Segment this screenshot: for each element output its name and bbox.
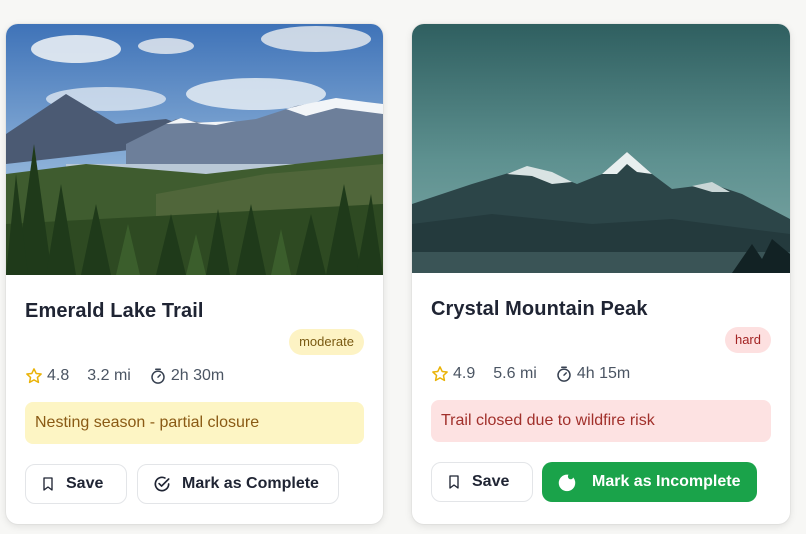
duration-stat: 4h 15m [555, 365, 630, 383]
check-circle-icon [154, 476, 170, 492]
trail-photo [6, 24, 383, 275]
rating-value: 4.8 [47, 367, 70, 384]
difficulty-badge: moderate [289, 329, 364, 355]
duration-value: 2h 30m [170, 367, 225, 384]
trail-card-crystal-mountain: Crystal Mountain Peak hard 4.9 5.6 mi 4h… [412, 24, 790, 524]
trail-card-emerald-lake: Emerald Lake Trail moderate 4.8 3.2 mi 2… [6, 24, 383, 524]
trail-alert: Nesting season - partial closure [25, 402, 364, 444]
difficulty-badge: hard [724, 327, 771, 353]
bookmark-icon [43, 477, 53, 491]
bookmark-icon [449, 475, 459, 489]
distance-value: 3.2 mi [87, 367, 131, 384]
star-icon [26, 368, 42, 384]
save-button[interactable]: Save [431, 462, 533, 502]
mark-complete-label: Mark as Complete [182, 475, 319, 492]
filled-circle-icon [558, 473, 576, 492]
mark-incomplete-button[interactable]: Mark as Incomplete [542, 462, 757, 502]
trail-title: Emerald Lake Trail [25, 300, 204, 322]
trail-stats: 4.9 5.6 mi 4h 15m [431, 365, 648, 383]
save-button[interactable]: Save [25, 464, 127, 504]
distance-stat: 5.6 mi [493, 365, 537, 383]
stopwatch-icon [557, 366, 571, 382]
trail-alert: Trail closed due to wildfire risk [431, 400, 771, 442]
rating-value: 4.9 [453, 365, 476, 382]
trail-photo [412, 24, 790, 273]
stopwatch-icon [151, 368, 165, 384]
rating-stat: 4.8 [25, 367, 69, 385]
mark-incomplete-label: Mark as Incomplete [592, 473, 741, 490]
trail-title: Crystal Mountain Peak [431, 298, 648, 320]
save-label: Save [472, 473, 510, 490]
save-label: Save [66, 475, 104, 492]
duration-stat: 2h 30m [149, 367, 224, 385]
rating-stat: 4.9 [431, 365, 475, 383]
star-icon [432, 366, 448, 382]
trail-stats: 4.8 3.2 mi 2h 30m [25, 367, 242, 385]
distance-stat: 3.2 mi [87, 367, 131, 385]
distance-value: 5.6 mi [493, 365, 537, 382]
mark-complete-button[interactable]: Mark as Complete [137, 464, 339, 504]
duration-value: 4h 15m [576, 365, 631, 382]
